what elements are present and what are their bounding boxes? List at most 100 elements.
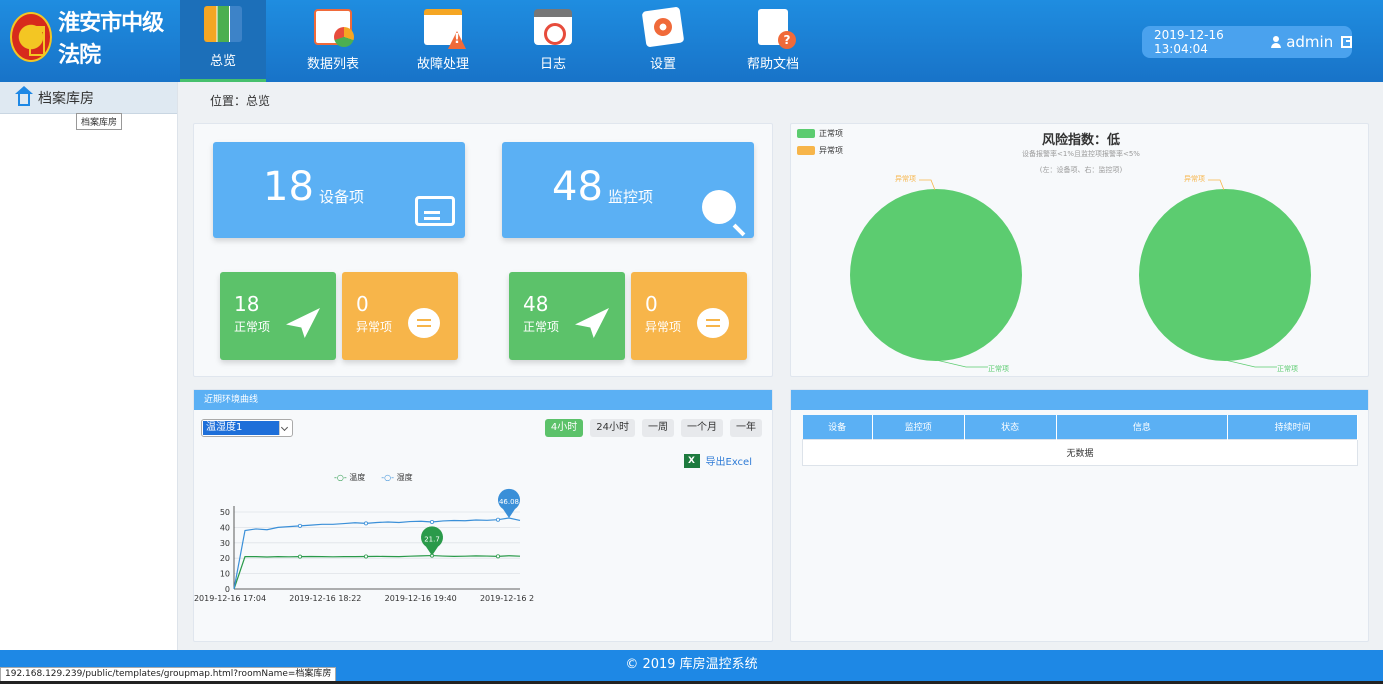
sensor-select[interactable]: 温湿度1 [201, 419, 293, 437]
paper-plane-icon [286, 308, 320, 338]
range-4h-button[interactable]: 4小时 [544, 419, 584, 437]
legend-label: 正常项 [819, 129, 843, 138]
sidebar: 档案库房 [0, 82, 178, 650]
monitor-normal-label: 正常项 [523, 320, 560, 334]
browser-status-bar: 192.168.129.239/public/templates/groupma… [0, 667, 337, 682]
chat-icon [408, 308, 440, 338]
empty-text: 无数据 [802, 438, 1358, 466]
y-tick-label: 10 [220, 570, 230, 579]
column-header: 设备 [802, 415, 873, 439]
device-normal-count: 18 [234, 292, 260, 316]
device-count: 18 [263, 164, 314, 210]
y-tick-label: 30 [220, 539, 230, 548]
panel-header [791, 390, 1368, 410]
range-month-button[interactable]: 一个月 [681, 419, 723, 437]
device-abnormal-label: 异常项 [356, 320, 393, 334]
nav-label: 帮助文档 [746, 57, 799, 72]
main-nav: 总览 数据列表 故障处理 日志 设置 帮助文档 [180, 0, 840, 82]
pie-leader-line [1208, 179, 1225, 191]
monitor-normal-card[interactable]: 48 正常项 [509, 272, 625, 360]
x-tick-label: 2019-12-16 18:22 [289, 594, 361, 603]
sidebar-item-archive-room[interactable]: 档案库房 [0, 82, 177, 114]
table-row: 无数据 [802, 438, 1358, 466]
nav-label: 总览 [209, 54, 236, 69]
alarm-panel: 设备 监控项 状态 信息 持续时间 无数据 [790, 389, 1369, 642]
footer-text: © 2019 库房温控系统 [625, 657, 758, 672]
legend-label: 异常项 [819, 146, 843, 155]
bar-chart-icon [204, 6, 242, 42]
logo-text: 淮安市中级法院 [58, 10, 164, 68]
nav-label: 设置 [649, 57, 676, 72]
y-tick-label: 0 [225, 585, 230, 594]
chevron-down-icon [279, 421, 290, 435]
sensor-select-value: 温湿度1 [203, 421, 279, 435]
pie-label-normal: 正常项 [1277, 365, 1298, 373]
column-header: 信息 [1056, 415, 1229, 439]
fault-icon [424, 9, 462, 45]
nav-help[interactable]: 帮助文档 [730, 0, 816, 82]
monitor-abnormal-card[interactable]: 0 异常项 [631, 272, 747, 360]
help-icon [758, 9, 796, 49]
data-list-icon [314, 9, 354, 47]
nav-fault[interactable]: 故障处理 [400, 0, 486, 82]
x-tick-label: 2019-12-16 17:04 [194, 594, 266, 603]
legend-label: 温度 [349, 473, 366, 482]
device-normal-card[interactable]: 18 正常项 [220, 272, 336, 360]
device-count-card[interactable]: 18 设备项 [213, 142, 465, 238]
nav-label: 故障处理 [416, 57, 469, 72]
data-point [363, 554, 368, 559]
legend-label: 湿度 [396, 473, 413, 482]
x-tick-label: 2019-12-16 20:58 [480, 594, 534, 603]
user-box: 2019-12-16 13:04:04 admin [1142, 26, 1352, 58]
legend-abnormal[interactable]: 异常项 [797, 145, 843, 156]
environment-curve-panel: 近期环境曲线 温湿度1 4小时 24小时 一周 一个月 一年 X 导出Excel… [193, 389, 773, 642]
nav-overview[interactable]: 总览 [180, 0, 266, 82]
range-24h-button[interactable]: 24小时 [590, 419, 635, 437]
data-point [298, 523, 303, 528]
x-tick-label: 2019-12-16 19:40 [385, 594, 457, 603]
stats-panel: 18 设备项 48 监控项 18 正常项 0 异常项 48 正常项 0 异常项 [193, 123, 773, 377]
device-abnormal-card[interactable]: 0 异常项 [342, 272, 458, 360]
monitor-pie[interactable] [1139, 189, 1311, 361]
max-marker-label: 21.7 [424, 536, 440, 544]
monitor-count: 48 [552, 164, 603, 210]
column-header: 监控项 [872, 415, 965, 439]
export-excel-button[interactable]: X 导出Excel [683, 453, 752, 468]
logo[interactable]: 淮安市中级法院 [10, 10, 180, 68]
series-line [233, 554, 521, 590]
datetime: 2019-12-16 13:04:04 [1154, 28, 1224, 56]
environment-line-chart[interactable]: 0 10 20 30 40 50 2019-12-16 17:04 2019-12-16 18… [194, 482, 534, 612]
nav-log[interactable]: 日志 [510, 0, 596, 82]
device-label: 设备项 [319, 188, 365, 206]
range-year-button[interactable]: 一年 [730, 419, 762, 437]
pie-leader-line [919, 179, 936, 191]
header: 淮安市中级法院 总览 数据列表 故障处理 日志 设置 帮助文档 2019-12-… [0, 0, 1383, 82]
monitor-abnormal-label: 异常项 [645, 320, 682, 334]
y-tick-label: 40 [220, 523, 230, 532]
sidebar-item-label: 档案库房 [38, 90, 94, 107]
data-point [363, 521, 368, 526]
data-point [495, 517, 500, 522]
panel-header: 近期环境曲线 [194, 390, 772, 410]
monitor-normal-count: 48 [523, 292, 549, 316]
username[interactable]: admin [1286, 33, 1333, 51]
risk-note: (左：设备项、右：监控项) [1039, 166, 1123, 174]
pie-label-abnormal: 异常项 [895, 175, 916, 183]
nav-data-list[interactable]: 数据列表 [290, 0, 376, 82]
y-tick-label: 50 [220, 508, 230, 517]
paper-plane-icon [575, 308, 609, 338]
court-emblem-icon [10, 12, 53, 62]
monitor-count-card[interactable]: 48 监控项 [502, 142, 754, 238]
nav-settings[interactable]: 设置 [620, 0, 706, 82]
pie-leader-line [936, 359, 988, 368]
range-week-button[interactable]: 一周 [642, 419, 674, 437]
id-card-icon [415, 196, 455, 226]
legend-swatch [797, 129, 815, 138]
legend-swatch [797, 146, 815, 155]
logout-icon[interactable] [1341, 36, 1352, 48]
monitor-abnormal-count: 0 [645, 292, 658, 316]
device-pie[interactable] [850, 189, 1022, 361]
settings-icon [641, 6, 685, 48]
pie-leader-line [1225, 359, 1277, 368]
legend-normal[interactable]: 正常项 [797, 128, 843, 139]
